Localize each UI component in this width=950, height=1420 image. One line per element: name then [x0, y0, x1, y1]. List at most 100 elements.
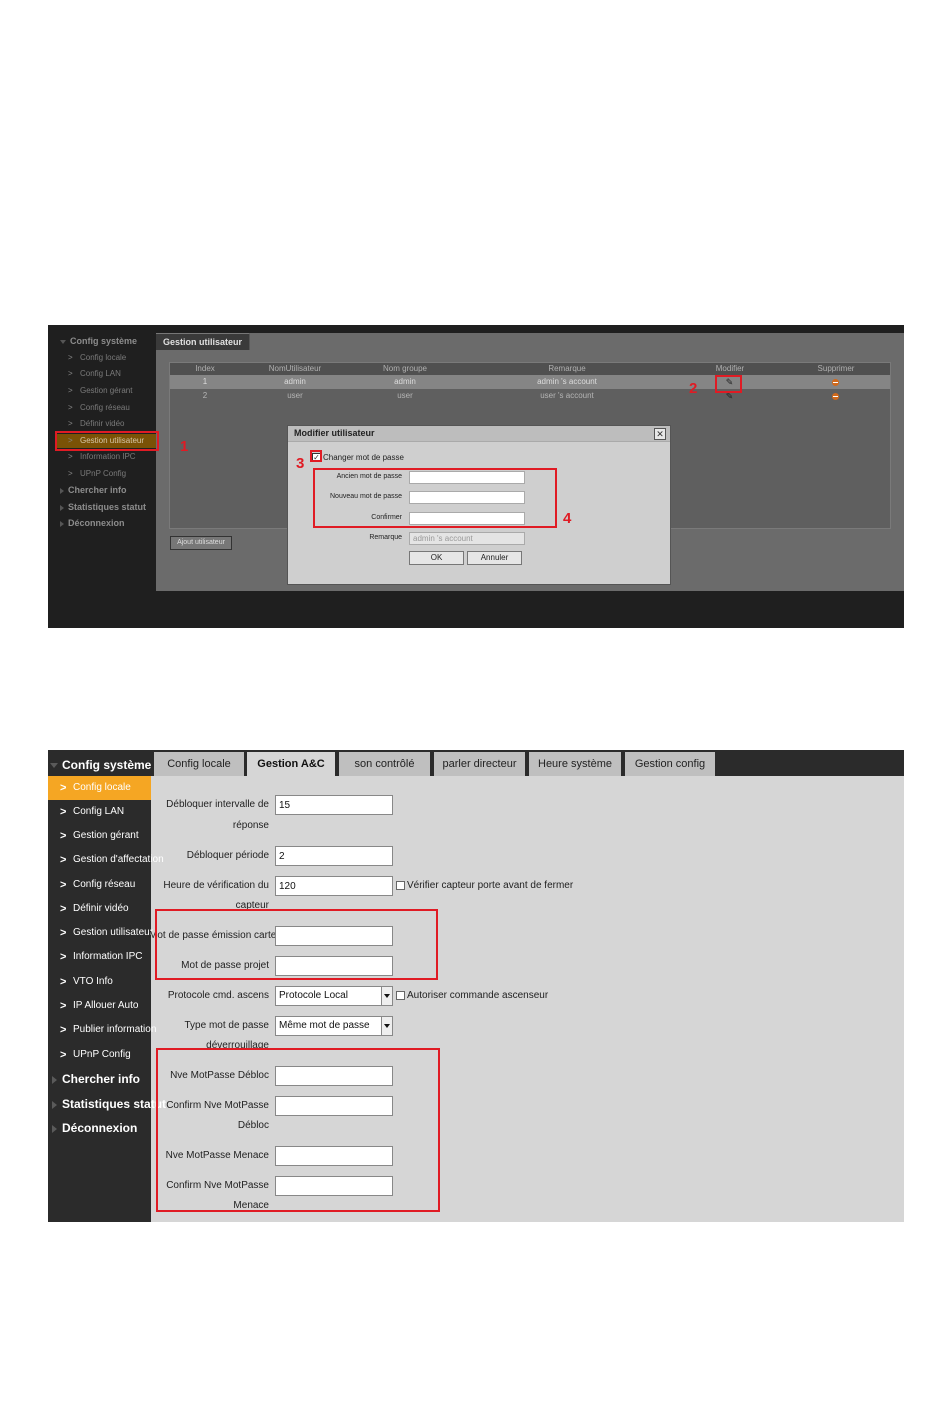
sidebar-item-definir-video[interactable]: > Définir vidéo: [56, 417, 156, 431]
expand-triangle-icon: [60, 339, 66, 344]
chevron-right-icon: >: [68, 469, 73, 478]
sidebar: Config système > Config locale > Config LA…: [48, 325, 156, 628]
chevron-right-icon: >: [60, 951, 67, 963]
edit-pencil-icon[interactable]: ✎: [725, 392, 734, 401]
unlock-interval-input[interactable]: [275, 795, 393, 815]
delete-icon[interactable]: [832, 379, 839, 386]
sidebar-group-statistiques-statut[interactable]: Statistiques statut: [60, 502, 146, 512]
expand-triangle-icon: [52, 1125, 57, 1133]
unlock-period-input[interactable]: [275, 846, 393, 866]
screenshot-user-management: Config système > Config locale > Config LA…: [48, 325, 904, 628]
expand-triangle-icon: [50, 763, 58, 768]
sidebar-item-gestion-utilisateur[interactable]: > Gestion utilisateur: [48, 921, 153, 945]
callout-box-1: [55, 431, 159, 451]
tab-heure-systeme[interactable]: Heure système: [529, 752, 621, 776]
sidebar-item-definir-video[interactable]: > Définir vidéo: [48, 897, 151, 921]
expand-triangle-icon: [60, 487, 64, 494]
chevron-right-icon: >: [68, 386, 73, 395]
unlock-password-type-select[interactable]: Même mot de passe: [275, 1016, 393, 1036]
unlock-password-type-label: Type mot de passe: [184, 1020, 270, 1031]
dropdown-arrow-icon: [381, 987, 392, 1005]
sidebar-item-config-locale[interactable]: > Config locale: [56, 351, 156, 365]
sidebar-item-upnp-config[interactable]: > UPnP Config: [48, 1043, 151, 1067]
elevator-protocol-label: Protocole cmd. ascens: [167, 990, 269, 1001]
authorize-elevator-label: Autoriser commande ascenseur: [407, 990, 549, 1001]
dialog-title: Modifier utilisateur: [294, 428, 375, 438]
sidebar-item-config-lan[interactable]: > Config LAN: [48, 800, 151, 824]
sidebar-group-statistiques-statut[interactable]: Statistiques statut: [48, 1092, 166, 1116]
highlight-box-passwords: [155, 909, 438, 980]
chevron-right-icon: >: [68, 419, 73, 428]
cell-username: admin: [284, 377, 306, 386]
add-user-button[interactable]: Ajout utilisateur: [170, 536, 232, 550]
screenshot-access-control: Config système > Config locale > Config LA…: [48, 750, 904, 1222]
cell-group: admin: [394, 377, 416, 386]
remark-label: Remarque: [369, 534, 402, 541]
sensor-check-time-label: Heure de vérification du: [163, 880, 269, 891]
ok-button[interactable]: OK: [409, 551, 464, 565]
chevron-right-icon: >: [60, 806, 67, 818]
tab-gestion-utilisateur[interactable]: Gestion utilisateur: [156, 333, 250, 350]
cell-remark: user 's account: [540, 391, 594, 400]
sidebar-group-chercher-info[interactable]: Chercher info: [48, 1067, 151, 1091]
chevron-right-icon: >: [60, 1024, 67, 1036]
sidebar-item-gestion-affectation[interactable]: > Gestion d'affectation: [48, 848, 164, 872]
elevator-protocol-select[interactable]: Protocole Local: [275, 986, 393, 1006]
sidebar-item-upnp-config[interactable]: > UPnP Config: [56, 467, 156, 481]
sidebar-group-deconnexion[interactable]: Déconnexion: [60, 518, 125, 528]
sensor-check-time-input[interactable]: [275, 876, 393, 896]
sidebar-item-vto-info[interactable]: > VTO Info: [48, 970, 151, 994]
sidebar-item-config-reseau[interactable]: > Config réseau: [48, 873, 151, 897]
sidebar-item-information-ipc[interactable]: > Information IPC: [48, 945, 151, 969]
cell-remark: admin 's account: [537, 377, 597, 386]
sidebar-item-ip-allouer-auto[interactable]: > IP Allouer Auto: [48, 994, 151, 1018]
unlock-password-type-value: Même mot de passe: [279, 1020, 370, 1031]
tab-parler-directeur[interactable]: parler directeur: [434, 752, 525, 776]
chevron-right-icon: >: [60, 854, 67, 866]
cell-index: 1: [202, 377, 208, 386]
cell-group: user: [397, 391, 413, 400]
chevron-right-icon: >: [60, 927, 67, 939]
cancel-button[interactable]: Annuler: [467, 551, 522, 565]
expand-triangle-icon: [60, 504, 64, 511]
sidebar-item-gestion-gerant[interactable]: > Gestion gérant: [48, 824, 151, 848]
dropdown-arrow-icon: [381, 1017, 392, 1035]
sidebar-group-deconnexion[interactable]: Déconnexion: [48, 1116, 151, 1140]
expand-triangle-icon: [60, 520, 64, 527]
check-door-sensor-checkbox[interactable]: [396, 881, 405, 890]
tab-son-controle[interactable]: son contrôlé: [339, 752, 430, 776]
sidebar-item-config-lan[interactable]: > Config LAN: [56, 367, 156, 381]
table-row[interactable]: 1 admin admin admin 's account ✎: [170, 375, 890, 389]
tab-gestion-ac[interactable]: Gestion A&C: [247, 752, 335, 776]
sidebar-item-config-locale[interactable]: > Config locale: [48, 776, 151, 800]
table-row[interactable]: 2 user user user 's account ✎: [170, 389, 890, 403]
column-header-remark: Remarque: [548, 364, 586, 373]
check-door-sensor-label: Vérifier capteur porte avant de fermer: [407, 880, 574, 891]
sidebar-group-config-systeme[interactable]: Config système: [60, 336, 137, 346]
chevron-right-icon: >: [60, 830, 67, 842]
elevator-protocol-value: Protocole Local: [279, 990, 348, 1001]
sidebar-item-config-reseau[interactable]: > Config réseau: [56, 401, 156, 415]
sidebar-group-config-systeme[interactable]: Config système: [48, 753, 151, 777]
chevron-right-icon: >: [60, 1049, 67, 1061]
chevron-right-icon: >: [68, 403, 73, 412]
authorize-elevator-checkbox[interactable]: [396, 991, 405, 1000]
delete-icon[interactable]: [832, 393, 839, 400]
expand-triangle-icon: [52, 1076, 57, 1084]
sidebar-item-information-ipc[interactable]: > Information IPC: [56, 450, 156, 464]
column-header-delete: Supprimer: [817, 364, 855, 373]
unlock-interval-label: Débloquer intervalle de: [166, 799, 269, 810]
column-header-index: Index: [195, 364, 215, 373]
sidebar-item-gestion-gerant[interactable]: > Gestion gérant: [56, 384, 156, 398]
callout-number-1: 1: [180, 438, 189, 455]
tab-gestion-config[interactable]: Gestion config: [625, 752, 715, 776]
sidebar-group-chercher-info[interactable]: Chercher info: [60, 485, 127, 495]
sidebar-item-publier-information[interactable]: > Publier information: [48, 1018, 156, 1042]
close-icon[interactable]: ✕: [654, 428, 666, 440]
tab-config-locale[interactable]: Config locale: [154, 752, 244, 776]
highlight-box-unlock-passwords: [156, 1048, 440, 1212]
chevron-right-icon: >: [68, 452, 73, 461]
change-password-label: Changer mot de passe: [323, 453, 404, 462]
dialog-header: Modifier utilisateur ✕: [288, 426, 670, 442]
cell-username: user: [287, 391, 303, 400]
